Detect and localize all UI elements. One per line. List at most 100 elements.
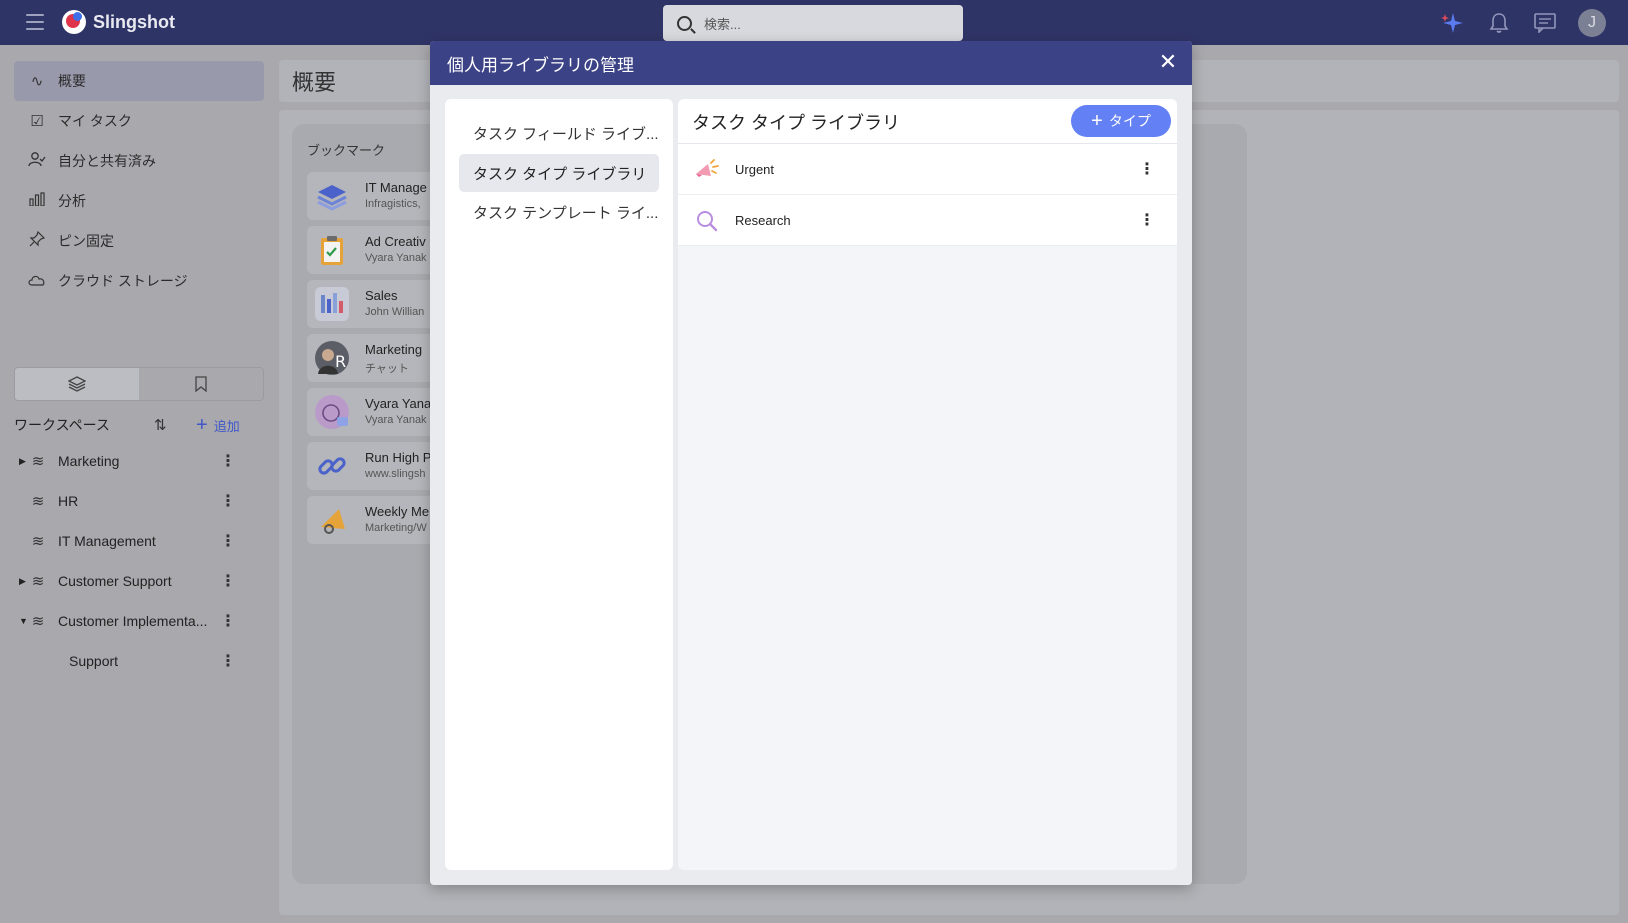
more-options-icon[interactable]: ⋮ <box>220 451 236 471</box>
workspaces-title: ワークスペース <box>14 417 110 433</box>
library-list: タスク フィールド ライブ... タスク タイプ ライブラリ タスク テンプレー… <box>445 99 673 870</box>
ai-sparkle-icon[interactable] <box>1440 10 1466 36</box>
add-type-label: タイプ <box>1108 113 1151 129</box>
layers-thumbnail-icon <box>315 179 349 213</box>
bookmark-item[interactable]: Weekly Me Marketing/W <box>307 496 437 544</box>
bookmarks-label: ブックマーク <box>307 143 386 158</box>
add-workspace-button[interactable]: + 追加 <box>196 414 240 437</box>
panel-title: タスク タイプ ライブラリ <box>692 113 901 133</box>
search-input[interactable]: 検索... <box>663 5 963 41</box>
bookmark-subtitle: Vyara Yanak <box>365 414 427 426</box>
workspace-label: Marketing <box>58 453 120 469</box>
expand-caret-icon[interactable]: ▶ <box>14 576 26 587</box>
sort-icon[interactable]: ⇅ <box>154 416 167 434</box>
workspace-item-customer-implementation[interactable]: ▼ ≋ Customer Implementa... ⋮ <box>14 601 264 641</box>
nav-item-cloud-storage[interactable]: クラウド ストレージ <box>14 261 264 301</box>
task-type-row[interactable]: Research ⋮ <box>678 195 1177 246</box>
slingshot-logo-icon <box>62 10 86 34</box>
workspace-label: Support <box>69 653 119 669</box>
activity-icon: ∿ <box>30 73 44 90</box>
more-options-icon[interactable]: ⋮ <box>1139 210 1155 230</box>
clipboard-check-icon: ☑ <box>30 113 44 130</box>
clipboard-thumbnail-icon <box>315 233 349 267</box>
bookmark-name: IT Manage <box>365 180 427 195</box>
search-icon <box>694 208 720 234</box>
close-icon[interactable]: ✕ <box>1156 51 1180 75</box>
notifications-bell-icon[interactable] <box>1486 10 1512 36</box>
layers-icon: ≋ <box>31 573 45 590</box>
more-options-icon[interactable]: ⋮ <box>220 531 236 551</box>
messages-icon[interactable] <box>1532 10 1558 36</box>
nav-item-pinned[interactable]: ピン固定 <box>14 221 264 261</box>
bookmark-subtitle: チャット <box>365 363 409 375</box>
workspace-item-hr[interactable]: ≋ HR ⋮ <box>14 481 264 521</box>
workspace-item-customer-support[interactable]: ▶ ≋ Customer Support ⋮ <box>14 561 264 601</box>
pin-icon <box>28 230 46 251</box>
nav-item-overview[interactable]: ∿ 概要 <box>14 61 264 101</box>
bookmark-name: Weekly Me <box>365 504 430 519</box>
expand-caret-icon[interactable]: ▶ <box>14 456 26 467</box>
bookmark-item[interactable]: Ad Creativ Vyara Yanak <box>307 226 437 274</box>
add-type-button[interactable]: + タイプ <box>1071 105 1171 137</box>
bookmark-item[interactable]: IT Manage Infragistics, <box>307 172 437 220</box>
bar-chart-icon <box>28 192 46 210</box>
layers-icon: ≋ <box>31 453 45 470</box>
nav-item-shared-with-me[interactable]: 自分と共有済み <box>14 141 264 181</box>
more-options-icon[interactable]: ⋮ <box>220 491 236 511</box>
workspaces-tab[interactable] <box>15 368 139 400</box>
avatar-thumbnail: R <box>315 341 349 375</box>
bookmark-subtitle: John Willian <box>365 306 425 318</box>
workspace-item-support[interactable]: Support ⋮ <box>14 641 264 681</box>
workspace-item-it-management[interactable]: ≋ IT Management ⋮ <box>14 521 264 561</box>
bookmarks-tab[interactable] <box>139 368 263 400</box>
plus-icon: + <box>196 413 208 436</box>
workspace-label: IT Management <box>58 533 156 549</box>
workspaces-header: ワークスペース ⇅ + 追加 <box>14 413 264 437</box>
workspace-item-marketing[interactable]: ▶ ≋ Marketing ⋮ <box>14 441 264 481</box>
bookmark-name: Vyara Yana <box>365 396 432 411</box>
workspace-label: Customer Implementa... <box>58 613 208 629</box>
app-logo[interactable]: Slingshot <box>62 10 175 34</box>
more-options-icon[interactable]: ⋮ <box>220 611 236 631</box>
dashboard-thumbnail-icon <box>315 287 349 321</box>
bookmark-item[interactable]: Vyara Yana Vyara Yanak <box>307 388 437 436</box>
more-options-icon[interactable]: ⋮ <box>220 571 236 591</box>
nav-item-label: ピン固定 <box>58 233 114 249</box>
bookmark-item[interactable]: Run High P www.slingsh <box>307 442 437 490</box>
layers-icon: ≋ <box>31 533 45 550</box>
tab-task-template-library[interactable]: タスク テンプレート ライ... <box>459 193 659 231</box>
nav-item-label: クラウド ストレージ <box>58 273 188 289</box>
task-type-library-panel: タスク タイプ ライブラリ + タイプ Urgent ⋮ Research ⋮ <box>678 99 1177 870</box>
user-thumbnail-icon <box>315 395 349 429</box>
bookmark-subtitle: Infragistics, <box>365 198 421 210</box>
tab-task-field-library[interactable]: タスク フィールド ライブ... <box>459 114 659 152</box>
nav-item-my-tasks[interactable]: ☑ マイ タスク <box>14 101 264 141</box>
user-avatar[interactable]: J <box>1578 9 1606 37</box>
dialog-title: 個人用ライブラリの管理 <box>447 55 634 75</box>
search-icon <box>677 15 692 31</box>
hamburger-menu-icon[interactable] <box>26 14 44 30</box>
nav-item-analytics[interactable]: 分析 <box>14 181 264 221</box>
bookmark-item[interactable]: R Marketing チャット <box>307 334 437 382</box>
link-thumbnail-icon <box>315 449 349 483</box>
layers-icon: ≋ <box>31 613 45 630</box>
app-name: Slingshot <box>93 11 175 32</box>
tab-label: タスク テンプレート ライ... <box>473 204 659 222</box>
add-workspace-label: 追加 <box>213 418 240 434</box>
left-navigation: ∿ 概要 ☑ マイ タスク 自分と共有済み 分析 ピン固定 クラウド ストレージ <box>0 45 272 923</box>
more-options-icon[interactable]: ⋮ <box>1139 159 1155 179</box>
layers-icon <box>68 376 86 392</box>
task-type-row[interactable]: Urgent ⋮ <box>678 144 1177 195</box>
cloud-icon <box>28 273 46 290</box>
top-bar: Slingshot 検索... J <box>0 0 1628 45</box>
layers-icon: ≋ <box>31 493 45 510</box>
bookmark-item[interactable]: Sales John Willian <box>307 280 437 328</box>
more-options-icon[interactable]: ⋮ <box>220 651 236 671</box>
megaphone-thumbnail-icon <box>315 503 349 537</box>
nav-item-label: 分析 <box>58 193 86 209</box>
tab-task-type-library[interactable]: タスク タイプ ライブラリ <box>459 154 659 192</box>
nav-item-label: マイ タスク <box>58 113 132 129</box>
collapse-caret-icon[interactable]: ▼ <box>14 616 28 626</box>
bookmark-name: Run High P <box>365 450 432 465</box>
plus-icon: + <box>1091 110 1103 132</box>
